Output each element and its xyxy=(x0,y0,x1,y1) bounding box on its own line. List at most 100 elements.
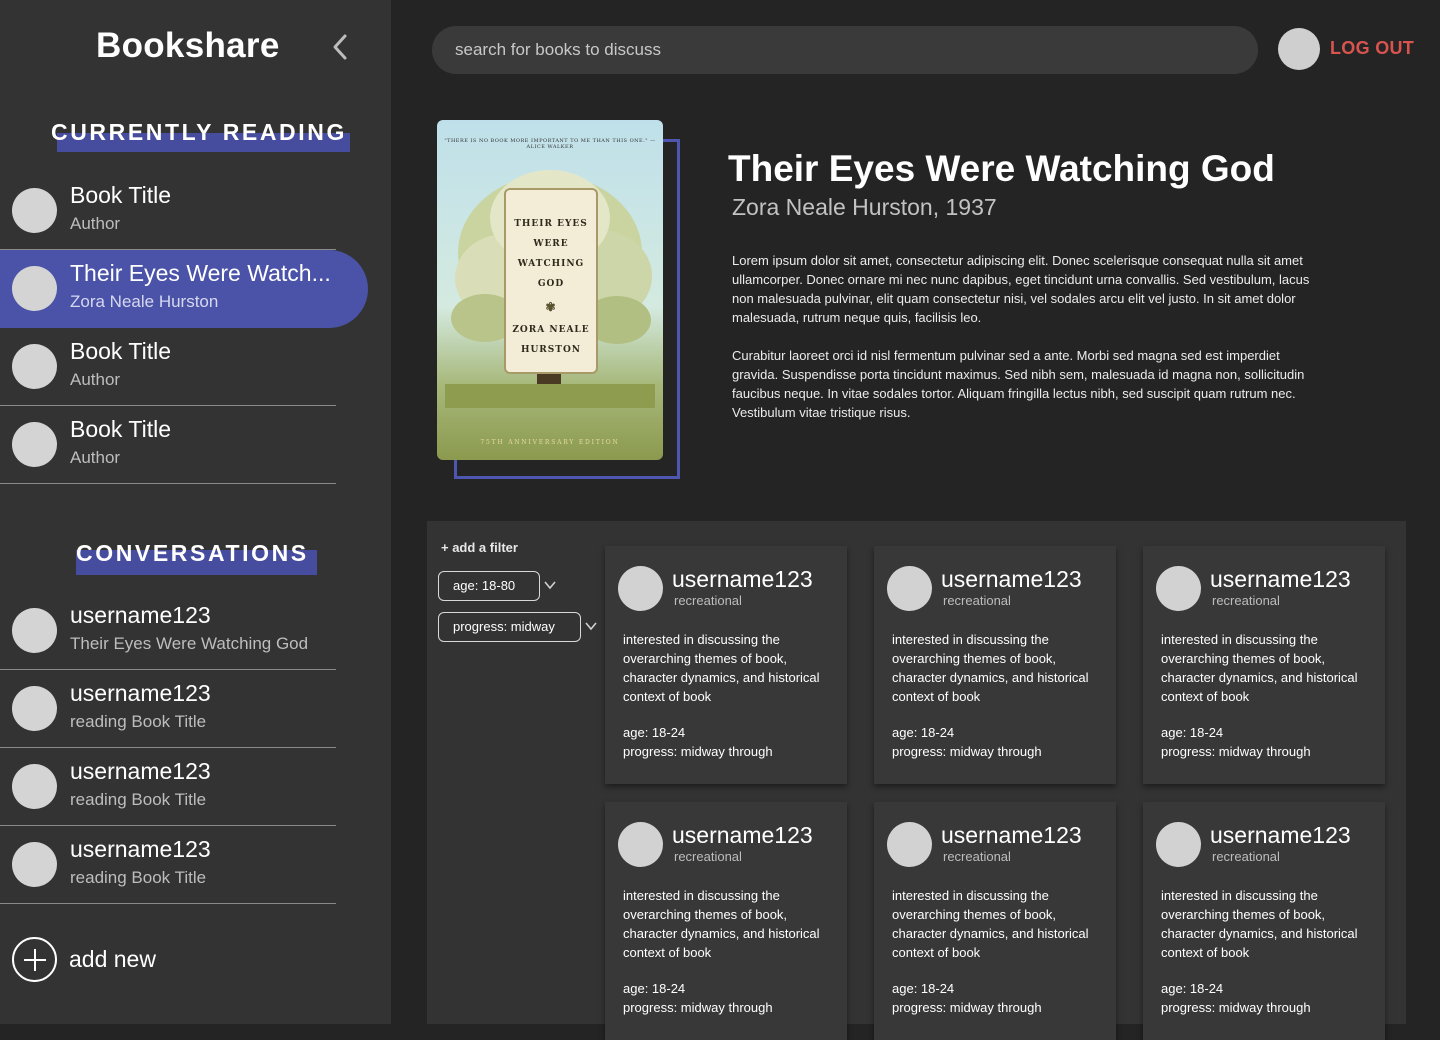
book-cover: "THERE IS NO BOOK MORE IMPORTANT TO ME T… xyxy=(437,120,663,460)
chevron-down-icon[interactable] xyxy=(543,578,557,592)
conversation-list-item[interactable]: username123 reading Book Title xyxy=(0,748,336,826)
user-avatar xyxy=(12,608,57,653)
card-username: username123 xyxy=(941,822,1082,848)
card-reader-type: recreational xyxy=(943,593,1011,608)
chevron-left-icon xyxy=(333,34,347,60)
user-avatar xyxy=(12,686,57,731)
card-username: username123 xyxy=(1210,822,1351,848)
discussion-card[interactable]: username123 recreational interested in d… xyxy=(605,546,847,784)
card-interest: interested in discussing the overarching… xyxy=(892,632,1089,704)
book-thumbnail xyxy=(12,422,57,467)
user-avatar xyxy=(618,566,663,611)
card-interest: interested in discussing the overarching… xyxy=(623,888,820,960)
card-reader-type: recreational xyxy=(1212,593,1280,608)
user-avatar xyxy=(618,822,663,867)
card-reader-type: recreational xyxy=(674,849,742,864)
card-progress: progress: midway through xyxy=(1161,744,1311,759)
user-avatar xyxy=(1156,822,1201,867)
card-progress: progress: midway through xyxy=(623,744,773,759)
reading-list-item[interactable]: Book Title Author xyxy=(0,406,336,484)
conversations-heading: CONVERSATIONS xyxy=(76,540,317,575)
book-thumbnail xyxy=(12,188,57,233)
discussion-card[interactable]: username123 recreational interested in d… xyxy=(874,546,1116,784)
card-reader-type: recreational xyxy=(943,849,1011,864)
discussion-card[interactable]: username123 recreational interested in d… xyxy=(1143,802,1385,1040)
book-description: Lorem ipsum dolor sit amet, consectetur … xyxy=(732,251,1312,441)
reading-list-item[interactable]: Book Title Author xyxy=(0,328,336,406)
conversation-username: username123 xyxy=(70,758,211,784)
logout-button[interactable]: LOG OUT xyxy=(1330,38,1414,59)
card-age: age: 18-24 xyxy=(892,981,955,996)
bee-icon: ✾ xyxy=(545,300,557,314)
conversation-subtitle: reading Book Title xyxy=(70,790,207,809)
conversation-list-item[interactable]: username123 Their Eyes Were Watching God xyxy=(0,592,336,670)
discussion-card[interactable]: username123 recreational interested in d… xyxy=(874,802,1116,1040)
user-avatar xyxy=(887,566,932,611)
conversation-subtitle: Their Eyes Were Watching God xyxy=(70,634,309,653)
add-filter-button[interactable]: + add a filter xyxy=(441,540,518,555)
add-new-label: add new xyxy=(69,946,156,972)
card-progress: progress: midway through xyxy=(892,744,1042,759)
conversation-subtitle: reading Book Title xyxy=(70,868,207,887)
conversation-username: username123 xyxy=(70,836,211,862)
book-author: Author xyxy=(70,448,121,467)
card-age: age: 18-24 xyxy=(623,725,686,740)
description-paragraph: Lorem ipsum dolor sit amet, consectetur … xyxy=(732,253,1310,325)
plus-circle-icon xyxy=(12,937,57,982)
cover-title-plate: THEIR EYES WERE WATCHING GOD ✾ ZORA NEAL… xyxy=(504,188,598,374)
add-new-button[interactable]: add new xyxy=(12,937,212,983)
book-title: Book Title xyxy=(70,182,171,208)
conversation-list-item[interactable]: username123 reading Book Title xyxy=(0,826,336,904)
card-progress: progress: midway through xyxy=(1161,1000,1311,1015)
card-username: username123 xyxy=(1210,566,1351,592)
reading-list-item-active[interactable]: Their Eyes Were Watch... Zora Neale Hurs… xyxy=(0,250,368,328)
card-age: age: 18-24 xyxy=(1161,725,1224,740)
book-title: Book Title xyxy=(70,338,171,364)
cover-quote: "THERE IS NO BOOK MORE IMPORTANT TO ME T… xyxy=(444,138,656,150)
currently-reading-heading: CURRENTLY READING xyxy=(51,119,350,152)
conversation-list-item[interactable]: username123 reading Book Title xyxy=(0,670,336,748)
book-title-heading: Their Eyes Were Watching God xyxy=(728,148,1275,189)
book-title: Book Title xyxy=(70,416,171,442)
reading-list-item[interactable]: Book Title Author xyxy=(0,172,336,250)
sidebar: Bookshare CURRENTLY READING Book Title A… xyxy=(0,0,391,1024)
card-age: age: 18-24 xyxy=(1161,981,1224,996)
progress-filter-chip[interactable]: progress: midway xyxy=(438,612,581,642)
discussion-card[interactable]: username123 recreational interested in d… xyxy=(605,802,847,1040)
card-username: username123 xyxy=(941,566,1082,592)
user-avatar xyxy=(12,842,57,887)
card-progress: progress: midway through xyxy=(892,1000,1042,1015)
chevron-down-icon[interactable] xyxy=(584,619,598,633)
card-reader-type: recreational xyxy=(674,593,742,608)
book-thumbnail xyxy=(12,344,57,389)
brand-logo[interactable]: Bookshare xyxy=(96,26,280,66)
book-author: Zora Neale Hurston xyxy=(70,292,219,311)
card-interest: interested in discussing the overarching… xyxy=(1161,888,1358,960)
book-author: Author xyxy=(70,370,121,389)
card-interest: interested in discussing the overarching… xyxy=(623,632,820,704)
profile-avatar[interactable] xyxy=(1278,28,1320,70)
search-input[interactable] xyxy=(432,26,1258,74)
age-filter-chip[interactable]: age: 18-80 xyxy=(438,571,540,601)
cover-edition: 75TH ANNIVERSARY EDITION xyxy=(480,439,620,446)
book-title: Their Eyes Were Watch... xyxy=(70,260,331,286)
conversation-subtitle: reading Book Title xyxy=(70,712,207,731)
card-age: age: 18-24 xyxy=(892,725,955,740)
card-age: age: 18-24 xyxy=(623,981,686,996)
user-avatar xyxy=(12,764,57,809)
card-reader-type: recreational xyxy=(1212,849,1280,864)
book-author-year: Zora Neale Hurston, 1937 xyxy=(732,194,997,220)
collapse-sidebar-button[interactable] xyxy=(326,30,356,64)
user-avatar xyxy=(1156,566,1201,611)
user-avatar xyxy=(887,822,932,867)
card-interest: interested in discussing the overarching… xyxy=(892,888,1089,960)
conversation-username: username123 xyxy=(70,680,211,706)
discussion-card[interactable]: username123 recreational interested in d… xyxy=(1143,546,1385,784)
card-interest: interested in discussing the overarching… xyxy=(1161,632,1358,704)
card-username: username123 xyxy=(672,566,813,592)
conversation-username: username123 xyxy=(70,602,211,628)
book-thumbnail xyxy=(12,266,57,311)
book-author: Author xyxy=(70,214,121,233)
card-progress: progress: midway through xyxy=(623,1000,773,1015)
card-username: username123 xyxy=(672,822,813,848)
